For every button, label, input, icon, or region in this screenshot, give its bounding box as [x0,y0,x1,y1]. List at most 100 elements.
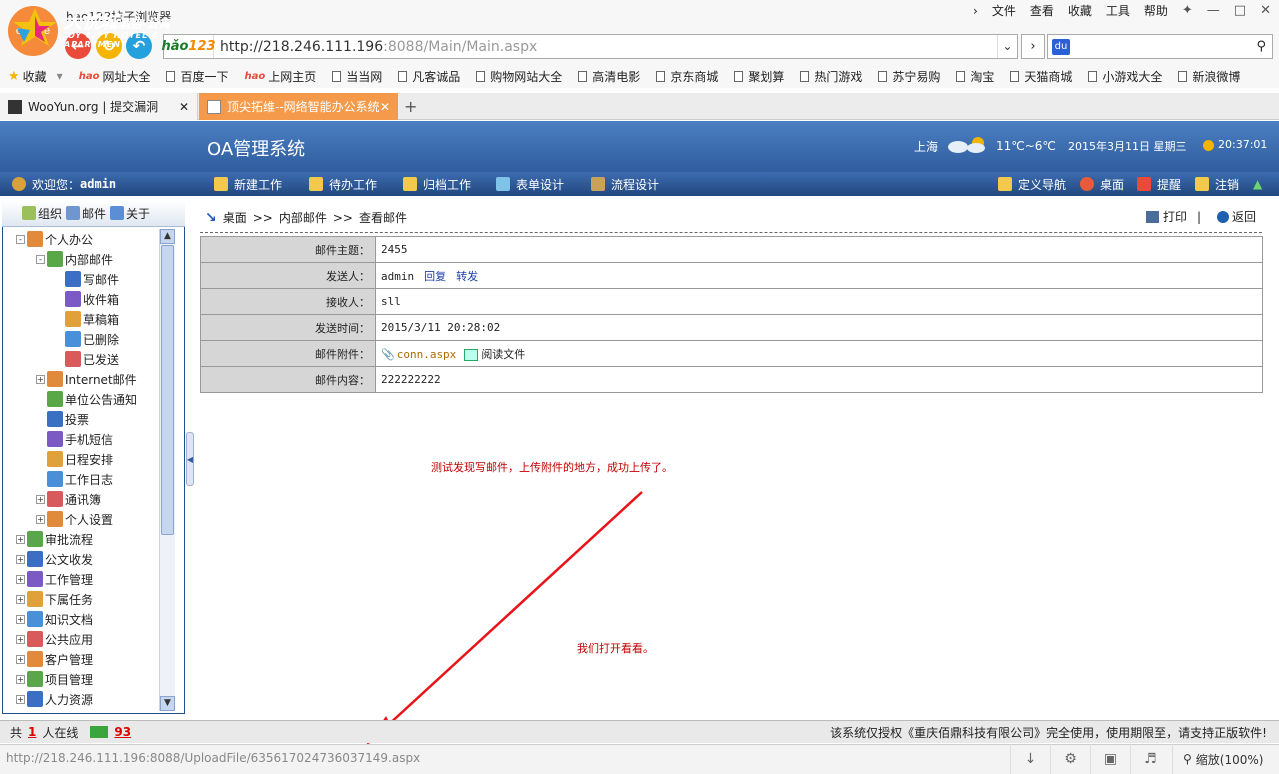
nav-todo-work[interactable]: 待办工作 [309,172,377,196]
tree-item[interactable]: 收件箱 [54,289,119,309]
nav-logout[interactable]: 注销 [1195,172,1239,196]
bookmark-item[interactable]: 购物网站大全 [476,68,562,85]
tree-item[interactable]: + 个人设置 [36,509,113,529]
print-button[interactable]: 打印 | [1146,208,1201,225]
read-file-link[interactable]: 阅读文件 [464,348,525,361]
search-icon[interactable]: ⚲ [1256,39,1266,54]
bookmark-item[interactable]: hao 网址大全 [79,68,151,85]
menu-help[interactable]: 帮助 [1144,2,1168,19]
nav-form-design[interactable]: 表单设计 [496,172,564,196]
tab-organization[interactable]: 组织 [22,205,62,222]
nav-flow-design[interactable]: 流程设计 [591,172,659,196]
bookmark-item[interactable]: 小游戏大全 [1088,68,1162,85]
expand-icon[interactable]: + [16,694,25,704]
menu-chevron-icon[interactable]: › [973,4,978,18]
bookmark-item[interactable]: 高清电影 [578,68,640,85]
menu-file[interactable]: 文件 [992,2,1016,19]
forward-link[interactable]: 转发 [456,270,478,283]
bookmark-item[interactable]: 新浪微博 [1178,68,1240,85]
tree-item[interactable]: + Internet邮件 [36,369,137,389]
mail-envelope-icon[interactable] [90,726,109,738]
tree-item[interactable]: 手机短信 [36,429,113,449]
nav-new-work[interactable]: 新建工作 [214,172,282,196]
breadcrumb-level1[interactable]: 内部邮件 [279,209,327,226]
address-dropdown-icon[interactable]: ⌄ [997,35,1017,58]
nav-archive-work[interactable]: 归档工作 [403,172,471,196]
expand-icon[interactable]: + [16,674,25,684]
bookmark-favorites[interactable]: ★ 收藏 ▾ [8,68,63,85]
collapse-icon[interactable]: - [36,254,45,264]
tree-item[interactable]: 单位公告通知 [36,389,137,409]
menu-favorites[interactable]: 收藏 [1068,2,1092,19]
nav-define-navigation[interactable]: 定义导航 [998,172,1066,196]
tree-item[interactable]: 写邮件 [54,269,119,289]
skin-icon[interactable]: ✦ [1182,3,1193,18]
attachment-link[interactable]: conn.aspx [397,348,457,361]
scroll-down-icon[interactable]: ▼ [160,696,175,711]
window-icon[interactable]: ▣ [1090,744,1130,774]
tab-close-icon[interactable]: ✕ [179,100,189,114]
tree-item[interactable]: + 通讯簿 [36,489,101,509]
breadcrumb-root[interactable]: 桌面 [223,209,247,226]
scroll-thumb[interactable] [161,245,174,535]
bookmark-item[interactable]: 凡客诚品 [398,68,460,85]
bookmark-item[interactable]: 天猫商城 [1010,68,1072,85]
menu-tools[interactable]: 工具 [1106,2,1130,19]
minimize-icon[interactable]: — [1207,3,1220,18]
go-forward-icon[interactable]: › [1021,34,1045,59]
tree-item[interactable]: - 内部邮件 [36,249,113,269]
online-count[interactable]: 1 [28,725,36,739]
reply-link[interactable]: 回复 [424,270,446,283]
collapse-icon[interactable]: - [16,234,25,244]
bookmark-item[interactable]: 当当网 [332,68,382,85]
bookmark-item[interactable]: 京东商城 [656,68,718,85]
tree-item[interactable]: + 人力资源 [16,689,93,709]
tree-item[interactable]: + 工作管理 [16,569,93,589]
new-tab-plus-icon[interactable]: + [404,97,417,116]
bookmark-item[interactable]: 聚划算 [734,68,784,85]
expand-icon[interactable]: + [36,494,45,504]
tree-scrollbar[interactable]: ▲ ▼ [159,229,175,711]
tree-item[interactable]: 日程安排 [36,449,113,469]
close-icon[interactable]: ✕ [1260,3,1271,18]
collapse-panel-handle[interactable]: ◀ [186,432,194,486]
expand-icon[interactable]: + [16,554,25,564]
nav-desktop[interactable]: 桌面 [1080,172,1124,196]
expand-icon[interactable]: + [16,614,25,624]
bookmark-item[interactable]: 热门游戏 [800,68,862,85]
tab-oa-system[interactable]: 顶尖拓维--网络智能办公系统 ✕ [199,93,398,120]
baidu-paw-icon[interactable]: du [1052,38,1070,55]
maximize-icon[interactable]: □ [1234,3,1246,18]
tree-item[interactable]: + 知识文档 [16,609,93,629]
scroll-up-icon[interactable]: ▲ [160,229,175,244]
tab-wooyun[interactable]: WooYun.org | 提交漏洞 ✕ [0,93,198,120]
nav-remind[interactable]: 提醒 [1137,172,1181,196]
tree-item[interactable]: - 个人办公 [16,229,93,249]
expand-icon[interactable]: + [16,634,25,644]
tree-item[interactable]: 工作日志 [36,469,113,489]
tree-item[interactable]: 已删除 [54,329,119,349]
tree-item[interactable]: + 客户管理 [16,649,93,669]
bookmark-item[interactable]: hao 上网主页 [244,68,316,85]
expand-icon[interactable]: + [16,594,25,604]
address-url[interactable]: http://218.246.111.196:8088/Main/Main.as… [214,39,537,55]
bookmark-item[interactable]: 淘宝 [956,68,994,85]
tab-about[interactable]: 关于 [110,205,150,222]
expand-icon[interactable]: + [36,514,45,524]
tab-close-icon[interactable]: ✕ [380,100,390,114]
tree-item[interactable]: 已发送 [54,349,119,369]
mail-count[interactable]: 93 [114,725,131,739]
bookmark-item[interactable]: 百度一下 [166,68,228,85]
tree-item[interactable]: + 项目管理 [16,669,93,689]
menu-view[interactable]: 查看 [1030,2,1054,19]
collapse-header-icon[interactable]: ▲ [1253,172,1262,196]
zoom-control[interactable]: ⚲ 缩放(100%) [1172,744,1279,774]
expand-icon[interactable]: + [36,374,45,384]
tree-item[interactable]: 草稿箱 [54,309,119,329]
tree-item[interactable]: + 公共应用 [16,629,93,649]
bookmark-item[interactable]: 苏宁易购 [878,68,940,85]
tab-mail[interactable]: 邮件 [66,205,106,222]
volume-icon[interactable]: ♬ [1130,744,1170,774]
tree-item[interactable]: 投票 [36,409,89,429]
settings-gear-icon[interactable]: ⚙ [1050,744,1090,774]
